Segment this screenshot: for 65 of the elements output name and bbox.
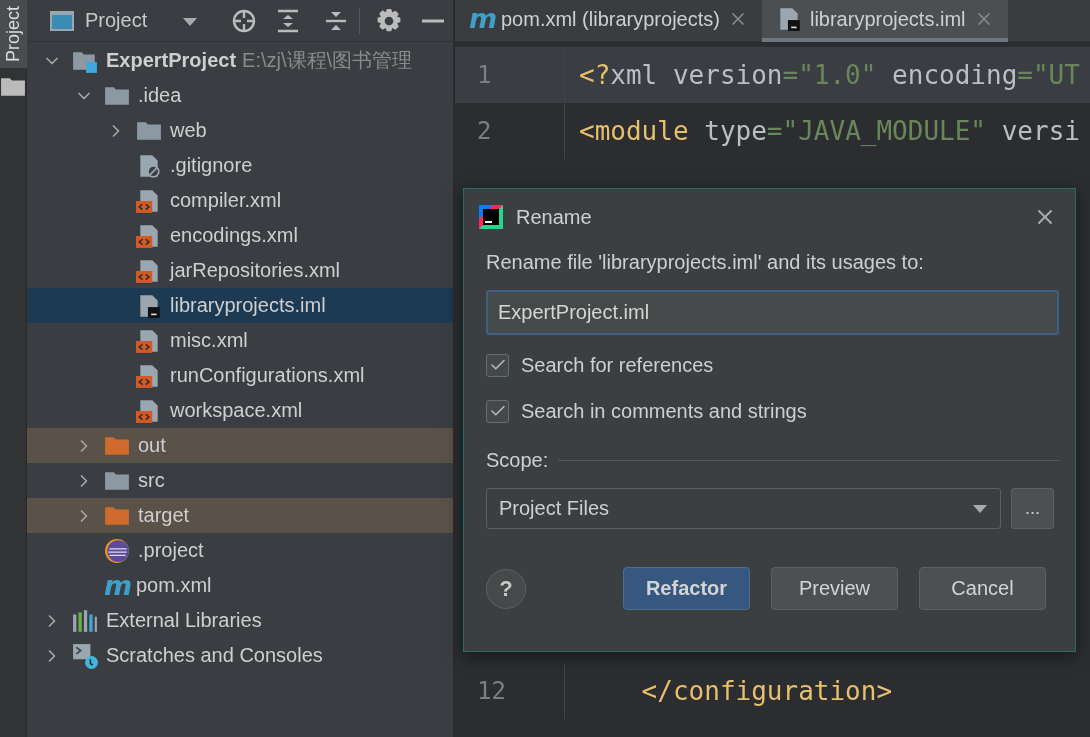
dialog-button[interactable]: Cancel (919, 567, 1046, 610)
tree-row[interactable]: .project (27, 533, 453, 568)
tree-row[interactable]: Scratches and Consoles (27, 638, 453, 673)
tree-label: .gitignore (170, 154, 253, 177)
scratches-icon (72, 642, 98, 669)
scope-dropdown[interactable]: Project Files (486, 488, 1001, 529)
scope-label: Scope: (486, 449, 549, 472)
tree-label: .project (138, 539, 204, 562)
dialog-button[interactable]: Preview (771, 567, 898, 610)
code-line: <?xml version="1.0" encoding="UT (578, 60, 1080, 90)
option-checkbox[interactable]: Search in comments and strings (486, 395, 1059, 427)
help-button[interactable]: ? (486, 568, 526, 609)
tree-label: compiler.xml (170, 189, 282, 212)
tree-label: jarRepositories.xml (170, 259, 341, 282)
tree-label: workspace.xml (170, 399, 303, 422)
tree-label: ExpertProject (106, 49, 237, 72)
project-path: E:\zj\课程\图书管理 (242, 48, 413, 73)
tree-row[interactable]: web (27, 113, 453, 148)
tree-row[interactable]: jarRepositories.xml (27, 253, 453, 288)
project-tab[interactable]: Project (0, 0, 27, 69)
libraries-icon (72, 607, 98, 634)
dialog-title: Rename (516, 205, 593, 229)
code-line: </configuration> (640, 676, 893, 706)
editor-tab[interactable]: m pom.xml (libraryprojects) (455, 0, 762, 42)
tree-row[interactable]: External Libraries (27, 603, 453, 638)
tree-label: misc.xml (170, 329, 248, 352)
tree-row[interactable]: src (27, 463, 453, 498)
name-field[interactable]: ExpertProject.iml (486, 290, 1059, 335)
app-logo-icon (478, 204, 504, 230)
tree-row[interactable]: compiler.xml (27, 183, 453, 218)
code-line: <module type="JAVA_MODULE" versi (578, 116, 1080, 146)
crosshair-icon[interactable] (231, 7, 258, 34)
tree-row[interactable]: out (27, 428, 453, 463)
line-number: 2 (455, 103, 565, 159)
tree-row[interactable]: workspace.xml (27, 393, 453, 428)
tree-label: encodings.xml (170, 224, 298, 247)
tree-row[interactable]: libraryprojects.iml (27, 288, 453, 323)
tree-label: External Libraries (106, 609, 262, 632)
tree-label: pom.xml (136, 574, 212, 597)
editor-tab[interactable]: libraryprojects.iml (761, 0, 1008, 42)
tree-row[interactable]: misc.xml (27, 323, 453, 358)
tree-row[interactable]: encodings.xml (27, 218, 453, 253)
tree-label: web (170, 119, 207, 142)
tree-row[interactable]: .gitignore (27, 148, 453, 183)
tree-label: Scratches and Consoles (106, 644, 323, 667)
tree-label: out (138, 434, 166, 457)
settings-icon[interactable] (376, 7, 403, 34)
tree-label: target (138, 504, 190, 527)
tree-label: src (138, 469, 165, 492)
prompt-text: Rename file 'libraryprojects.iml' and its usages to: (486, 251, 925, 274)
browse-button[interactable]: ... (1011, 488, 1054, 529)
eclipse-icon (104, 537, 130, 564)
tree-row[interactable]: .idea (27, 78, 453, 113)
panel-title: Project (85, 9, 148, 32)
dialog-button[interactable]: Refactor (623, 567, 750, 610)
tree-row[interactable]: target (27, 498, 453, 533)
tree-row[interactable]: ExpertProject E:\zj\课程\图书管理 (27, 43, 453, 78)
line-number: 12 (455, 663, 565, 719)
tree-label: libraryprojects.iml (170, 294, 326, 317)
tree-label: runConfigurations.xml (170, 364, 365, 387)
tree-row[interactable]: m pom.xml (27, 568, 453, 603)
option-checkbox[interactable]: Search for references (486, 349, 1059, 381)
caret-icon (972, 503, 988, 514)
tree-row[interactable]: runConfigurations.xml (27, 358, 453, 393)
tree-label: .idea (138, 84, 182, 107)
